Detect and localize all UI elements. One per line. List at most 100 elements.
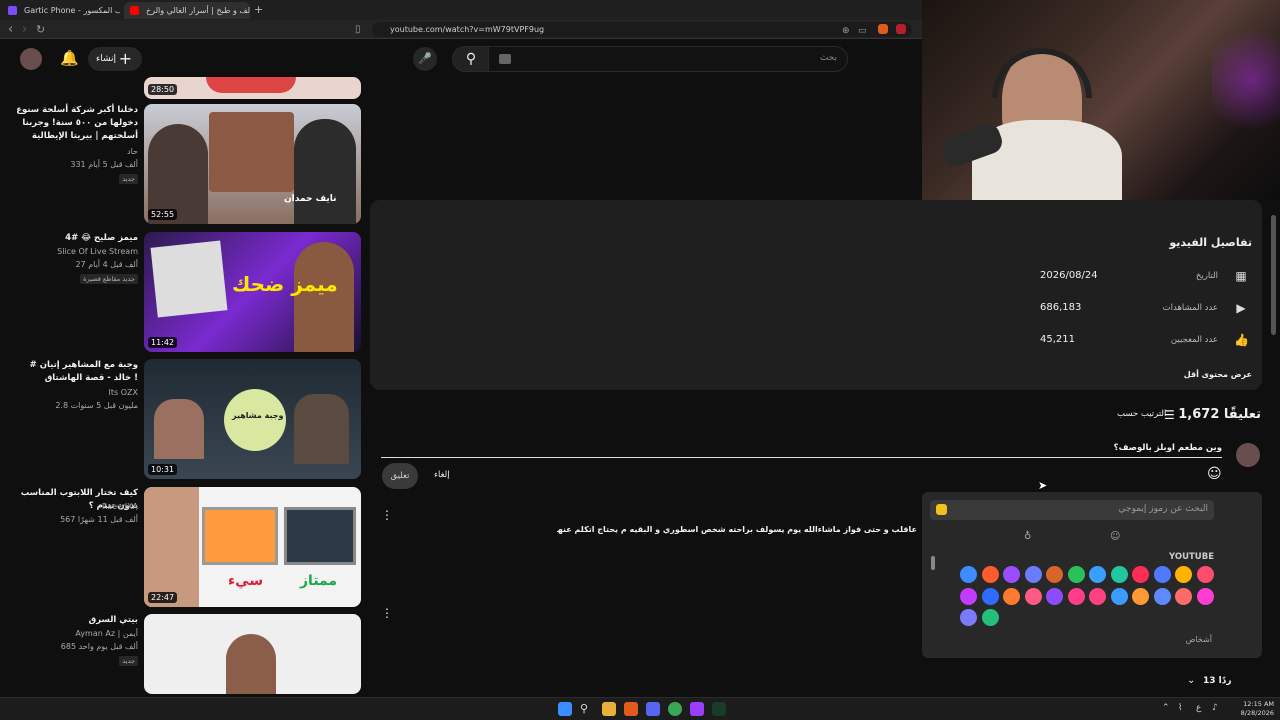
emoji-item[interactable] [1003,566,1020,583]
language-icon[interactable]: ع [1196,703,1201,713]
more-options-icon[interactable]: ⋮ [381,606,393,620]
comment-input[interactable]: وين مطعم اوبلز بالوصف؟ [1114,443,1222,453]
emoji-item[interactable] [1132,587,1149,605]
emoji-item[interactable] [1153,587,1171,605]
search-button[interactable]: ⚲ [452,46,490,72]
thumbs-up-icon: 👍 [1234,333,1249,347]
date-label: التاريخ [1195,271,1218,281]
brave-shield-icon[interactable] [878,24,888,34]
emoji-item[interactable] [1067,566,1085,583]
premiere-icon[interactable] [690,702,704,716]
emoji-item[interactable] [981,609,999,626]
submit-comment-button[interactable]: تعليق [382,463,418,489]
tab-youtube[interactable]: سوالف و طبخ | أسرار الغالي والرخ [124,2,250,19]
keyboard-icon[interactable] [499,54,511,64]
channel-name[interactable]: Slice Of Live Stream [57,247,138,256]
emoji-item[interactable] [1110,587,1128,605]
video-thumbnail-4[interactable]: سيء ممتاز 22:47 [144,487,361,607]
search-icon[interactable]: ⚲ [580,702,594,716]
chrome-icon[interactable] [668,702,682,716]
channel-name[interactable]: Ayman Az | أيمن [75,629,138,638]
zoom-icon[interactable]: ⊕ [842,23,850,40]
channel-name[interactable]: حاد [127,147,138,156]
url-field[interactable]: youtube.com/watch?v=mW79tVPF9ug [372,22,912,37]
rewards-icon[interactable] [896,24,906,34]
tray-chevron-icon[interactable]: ⌃ [1162,703,1170,713]
tab-gartic[interactable]: Gartic Phone - لعبة الهاتف المكسور [2,2,120,19]
video-thumbnail-5[interactable] [144,614,361,694]
create-button[interactable]: إنشاء + [88,47,142,71]
avatar[interactable] [20,48,42,70]
search-input[interactable]: بحث [488,46,848,72]
voice-search-button[interactable]: 🎤 [413,47,437,71]
cancel-button[interactable]: إلغاء [434,470,450,480]
forward-icon[interactable]: › [22,21,27,38]
reload-icon[interactable]: ↻ [36,21,45,38]
sort-label[interactable]: الترتيب حسب [1117,409,1166,419]
volume-icon[interactable]: ♪ [1212,703,1218,713]
emoji-item[interactable] [1132,566,1149,583]
emoji-item[interactable] [1196,587,1214,605]
emoji-item[interactable] [1024,587,1042,605]
emoji-item[interactable] [1003,587,1020,605]
video-title[interactable]: ميمز صليح 😂 #4 [14,232,138,245]
chevron-down-icon[interactable]: ⌄ [1187,675,1195,686]
cast-icon[interactable]: ▭ [858,23,867,40]
emoji-item[interactable] [960,566,977,583]
channel-name[interactable]: Its OZX [109,388,138,397]
person-right [294,394,349,464]
video-thumbnail-3[interactable]: وجبة مشاهير 10:31 [144,359,361,479]
emoji-item[interactable] [1046,566,1063,583]
file-explorer-icon[interactable] [602,702,616,716]
pin-icon[interactable]: ♁ [1024,531,1031,542]
replies-toggle[interactable]: 13 ردًا [1203,676,1232,686]
person-laughing [294,242,354,352]
page-scrollbar[interactable] [1271,215,1276,335]
app-icon[interactable] [712,702,726,716]
more-options-icon[interactable]: ⋮ [381,508,393,522]
new-badge: جديد [119,656,138,666]
back-icon[interactable]: ‹ [8,21,13,38]
emoji-item[interactable] [1153,566,1171,583]
emoji-item[interactable] [960,587,977,605]
emoji-item[interactable] [1110,566,1128,583]
network-icon[interactable]: ⌇ [1178,703,1182,713]
emoji-item[interactable] [1089,566,1106,583]
clock[interactable]: 12:15 AM 8/28/2026 [1240,700,1274,718]
emoji-item[interactable] [1046,587,1063,605]
discord-icon[interactable] [646,702,660,716]
video-thumbnail-2[interactable]: ميمز ضحك 11:42 [144,232,361,352]
emoji-item[interactable] [1089,587,1106,605]
duration-badge: 10:31 [148,464,178,475]
notifications-bell-icon[interactable]: 🔔 [60,49,79,67]
emoji-item[interactable] [1024,566,1042,583]
emoji-scrollbar[interactable] [931,556,935,570]
video-thumbnail-0[interactable]: 28:50 [144,77,361,99]
emoji-item[interactable] [1175,587,1192,605]
smiley-tab-icon[interactable]: ☺ [1110,531,1120,542]
emoji-item[interactable] [960,609,977,626]
new-tab-button[interactable]: + [254,3,263,16]
duration-badge: 11:42 [148,337,178,348]
emoji-item[interactable] [1196,566,1214,583]
video-title[interactable]: دخلنا أكبر شركة أسلحة سنوع دخولها من ٥٠٠… [14,104,138,143]
bookmark-icon[interactable]: ▯ [355,21,361,38]
video-title[interactable]: # وجبة مع المشاهير إتيان خالد - قصة الها… [14,359,138,385]
duration-badge: 22:47 [148,592,178,603]
emoji-item[interactable] [981,587,999,605]
emoji-item[interactable] [1175,566,1192,583]
video-thumbnail-1[interactable]: نايف حمدان 52:55 [144,104,361,224]
emoji-item[interactable] [981,566,999,583]
mouse-cursor: ➤ [1038,479,1048,492]
video-meta: 331 ألف قبل 5 أيام [70,160,138,169]
show-less-link[interactable]: عرض محتوى أقل [1184,370,1252,379]
emoji-search-input[interactable]: البحث عن رموز إيموجي [930,500,1214,520]
laptop-good [284,507,356,565]
channel-name[interactable]: RaeedXA [102,502,138,511]
brave-icon[interactable] [624,702,638,716]
emoji-icon[interactable]: ☺ [1207,466,1222,482]
windows-start-icon[interactable] [558,702,572,716]
emoji-item[interactable] [1067,587,1085,605]
likes-value: 45,211 [1040,334,1075,345]
video-title[interactable]: بيتي السرق [14,614,138,627]
